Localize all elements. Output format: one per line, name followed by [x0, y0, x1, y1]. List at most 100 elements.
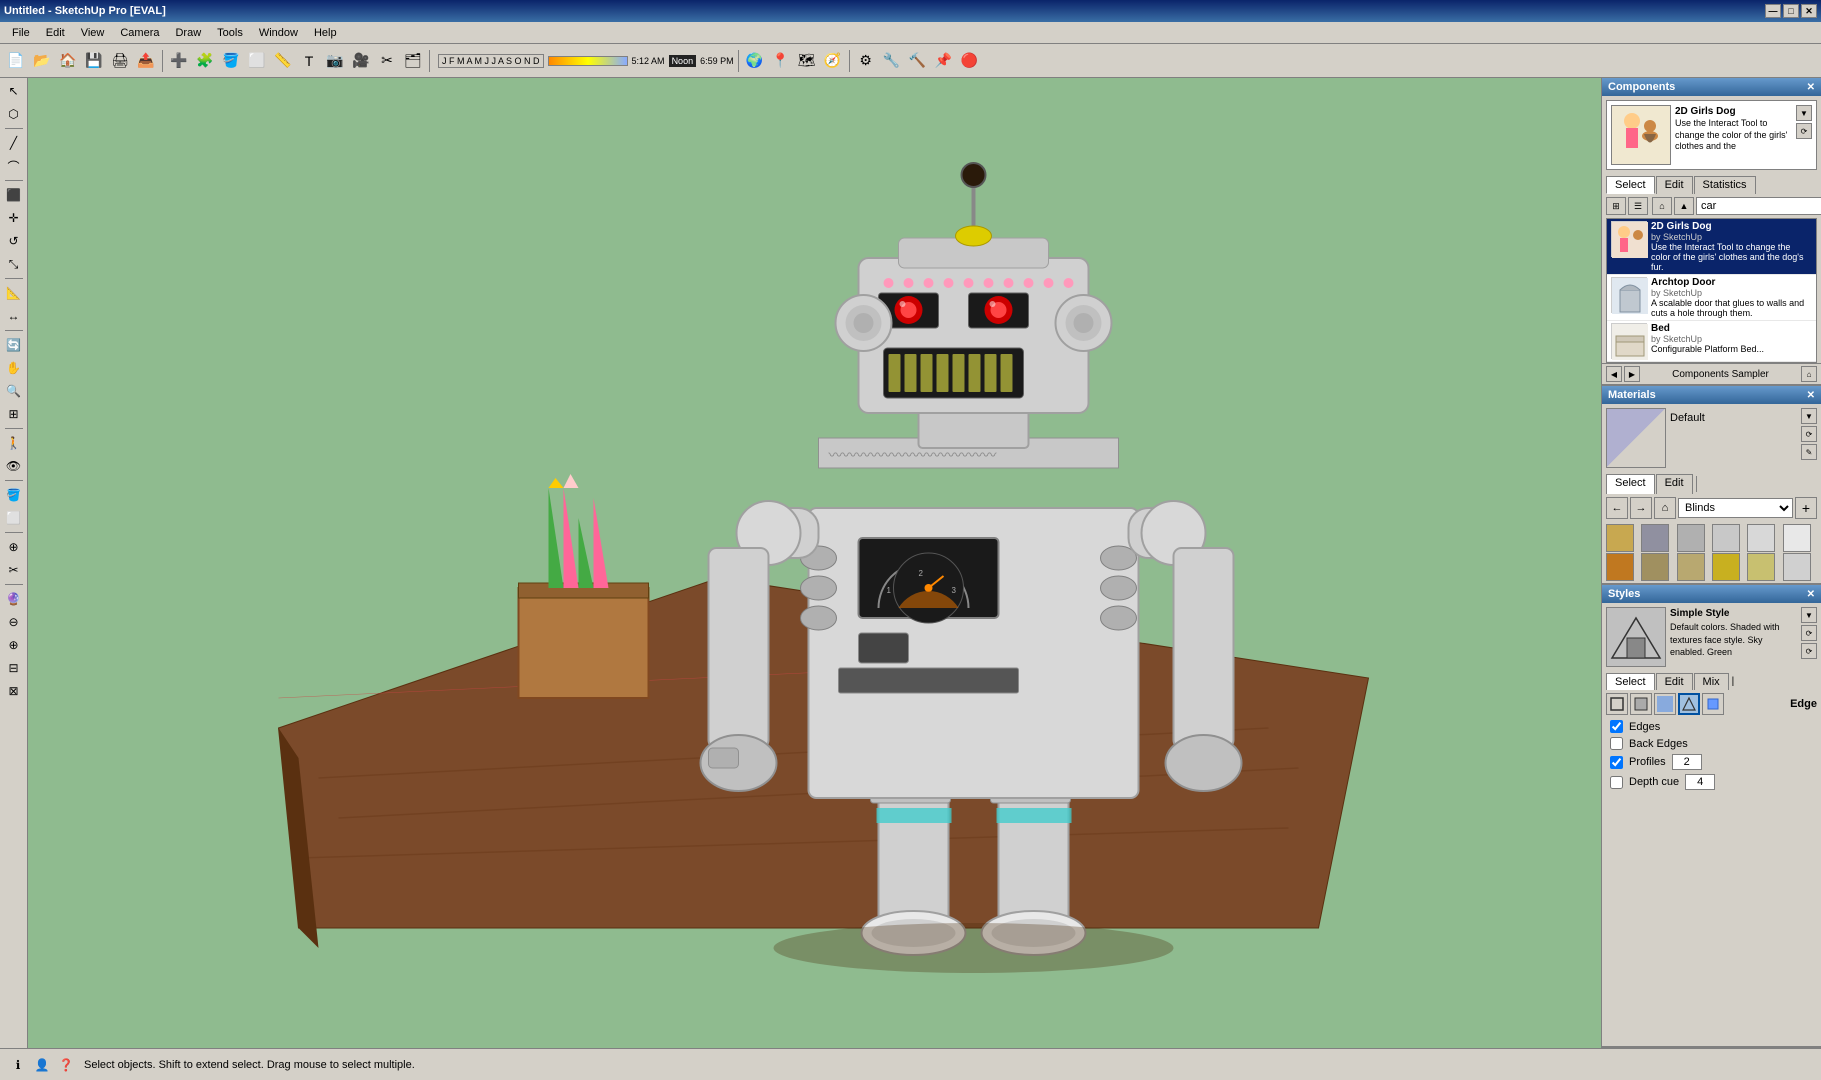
left-tool-extra3[interactable]: ⊕ [3, 634, 25, 656]
mat-action-btn2[interactable]: ⟳ [1801, 426, 1817, 442]
maximize-button[interactable]: □ [1783, 4, 1799, 18]
mat-cell-5[interactable] [1747, 524, 1775, 552]
model-btn[interactable]: 🗂 [401, 49, 425, 73]
tab-styles-edit[interactable]: Edit [1656, 673, 1693, 690]
mat-cell-4[interactable] [1712, 524, 1740, 552]
toolbar9[interactable]: 🔴 [958, 49, 982, 73]
mat-back-btn[interactable]: ← [1606, 497, 1628, 519]
menu-edit[interactable]: Edit [38, 25, 73, 41]
dimension-tool[interactable]: ↔ [3, 305, 25, 327]
menu-camera[interactable]: Camera [112, 25, 167, 41]
style-action-btn3[interactable]: ⟳ [1801, 643, 1817, 659]
component-list-item-1[interactable]: 2D Girls Dog by SketchUp Use the Interac… [1607, 219, 1816, 275]
orbit-tool[interactable]: 🔄 [3, 334, 25, 356]
components-search-input[interactable] [1696, 197, 1821, 215]
close-button[interactable]: ✕ [1801, 4, 1817, 18]
comp-nav-btn2[interactable]: ▲ [1674, 197, 1694, 215]
style-face-btn[interactable] [1630, 693, 1652, 715]
menu-file[interactable]: File [4, 25, 38, 41]
arc-tool[interactable]: ⌒ [3, 155, 25, 177]
mat-cell-2[interactable] [1641, 524, 1669, 552]
mat-cell-12[interactable] [1783, 553, 1811, 581]
scale-tool[interactable]: ⤡ [3, 253, 25, 275]
materials-dropdown[interactable]: Blinds Brick Wood [1678, 498, 1793, 518]
status-icon-3[interactable]: ❓ [56, 1055, 76, 1075]
erase-btn[interactable]: ⬜ [245, 49, 269, 73]
rotate-tool[interactable]: ↺ [3, 230, 25, 252]
menu-draw[interactable]: Draw [167, 25, 209, 41]
tab-components-edit[interactable]: Edit [1656, 176, 1693, 194]
save-button[interactable]: 💾 [82, 49, 106, 73]
tab-materials-edit[interactable]: Edit [1656, 474, 1693, 494]
menu-view[interactable]: View [73, 25, 113, 41]
menu-help[interactable]: Help [306, 25, 345, 41]
component-list-item-3[interactable]: Bed by SketchUp Configurable Platform Be… [1607, 321, 1816, 362]
camera2-btn[interactable]: 🎥 [349, 49, 373, 73]
style-bg-btn[interactable] [1654, 693, 1676, 715]
style-watermark-btn[interactable] [1678, 693, 1700, 715]
components-close[interactable]: ✕ [1807, 82, 1815, 93]
geo3-btn[interactable]: 🗺 [795, 49, 819, 73]
line-tool[interactable]: ╱ [3, 132, 25, 154]
mat-cell-11[interactable] [1747, 553, 1775, 581]
toolbar5[interactable]: ⚙ [854, 49, 878, 73]
edges-checkbox[interactable] [1610, 720, 1623, 733]
style-action-btn2[interactable]: ⟳ [1801, 625, 1817, 641]
style-action-btn1[interactable]: ▼ [1801, 607, 1817, 623]
section-btn[interactable]: ✂ [375, 49, 399, 73]
comp-prev-btn[interactable]: ◀ [1606, 366, 1622, 382]
styles-close[interactable]: ✕ [1807, 589, 1815, 600]
tab-styles-mix[interactable]: Mix [1694, 673, 1729, 690]
open-button[interactable]: 📂 [30, 49, 54, 73]
mat-forward-btn[interactable]: → [1630, 497, 1652, 519]
profiles-input[interactable] [1672, 754, 1702, 770]
geo-location-btn[interactable]: 🌍 [743, 49, 767, 73]
tape-tool[interactable]: 📐 [3, 282, 25, 304]
share-button[interactable]: 📤 [134, 49, 158, 73]
push-tool[interactable]: ⬛ [3, 184, 25, 206]
home-button[interactable]: 🏠 [56, 49, 80, 73]
depth-cue-checkbox[interactable] [1610, 776, 1623, 789]
left-tool-extra1[interactable]: 🔮 [3, 588, 25, 610]
profiles-checkbox[interactable] [1610, 756, 1623, 769]
print-button[interactable]: 🖨 [108, 49, 132, 73]
mat-home-btn[interactable]: ⌂ [1654, 497, 1676, 519]
depth-cue-input[interactable] [1685, 774, 1715, 790]
geo4-btn[interactable]: 🧭 [821, 49, 845, 73]
move-tool[interactable]: ✛ [3, 207, 25, 229]
back-edges-checkbox[interactable] [1610, 737, 1623, 750]
eraser-tool[interactable]: ⬜ [3, 507, 25, 529]
paint-btn[interactable]: 🪣 [219, 49, 243, 73]
comp-nav-btn1[interactable]: ⌂ [1652, 197, 1672, 215]
toolbar8[interactable]: 📌 [932, 49, 956, 73]
section-plane-tool[interactable]: ✂ [3, 559, 25, 581]
add-btn[interactable]: ➕ [167, 49, 191, 73]
pan-tool[interactable]: ✋ [3, 357, 25, 379]
menu-tools[interactable]: Tools [209, 25, 251, 41]
left-tool-extra5[interactable]: ⊠ [3, 680, 25, 702]
tab-styles-select[interactable]: Select [1606, 673, 1655, 690]
mat-cell-9[interactable] [1677, 553, 1705, 581]
tab-components-statistics[interactable]: Statistics [1694, 176, 1756, 194]
toolbar6[interactable]: 🔧 [880, 49, 904, 73]
comp-action-btn1[interactable]: ▼ [1796, 105, 1812, 121]
materials-close[interactable]: ✕ [1807, 390, 1815, 401]
mat-cell-1[interactable] [1606, 524, 1634, 552]
dimension-btn[interactable]: 📏 [271, 49, 295, 73]
axes-tool[interactable]: ⊕ [3, 536, 25, 558]
component-tool[interactable]: ⬡ [3, 103, 25, 125]
mat-add-btn[interactable]: + [1795, 497, 1817, 519]
geo2-btn[interactable]: 📍 [769, 49, 793, 73]
mat-cell-6[interactable] [1783, 524, 1811, 552]
paint-bucket-tool[interactable]: 🪣 [3, 484, 25, 506]
mat-action-btn1[interactable]: ▼ [1801, 408, 1817, 424]
mat-cell-3[interactable] [1677, 524, 1705, 552]
comp-action-btn2[interactable]: ⟳ [1796, 123, 1812, 139]
comp-view-btn2[interactable]: ☰ [1628, 197, 1648, 215]
component-list-item-2[interactable]: Archtop Door by SketchUp A scalable door… [1607, 275, 1816, 321]
mat-cell-8[interactable] [1641, 553, 1669, 581]
component-btn[interactable]: 🧩 [193, 49, 217, 73]
left-tool-extra2[interactable]: ⊖ [3, 611, 25, 633]
select-tool[interactable]: ↖ [3, 80, 25, 102]
zoom-tool[interactable]: 🔍 [3, 380, 25, 402]
